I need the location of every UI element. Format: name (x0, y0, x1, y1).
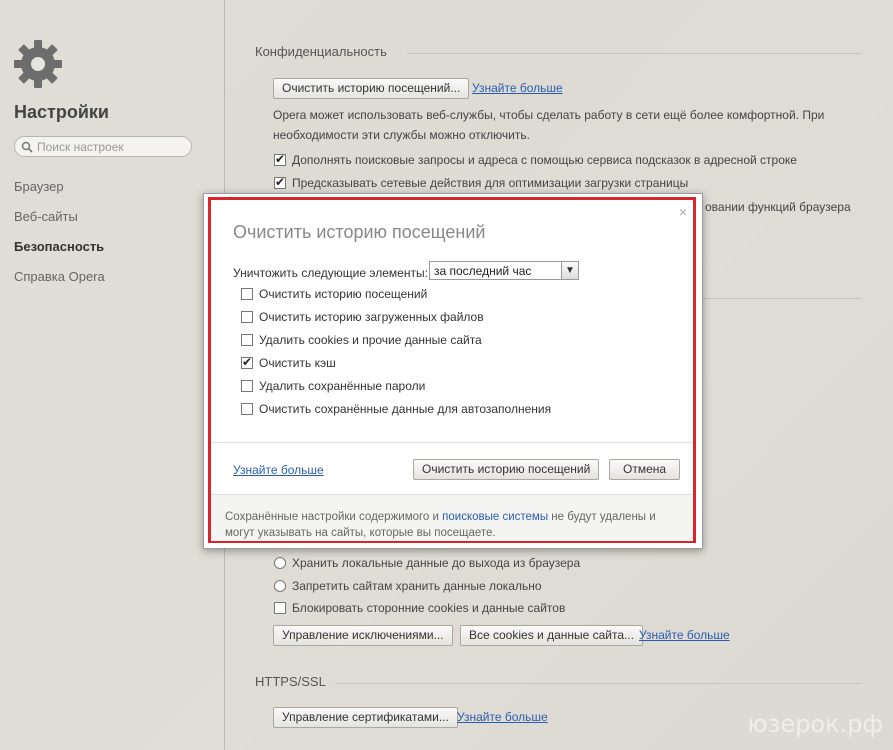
page-title: Настройки (14, 102, 109, 122)
delete-cookies-label: Удалить cookies и прочие данные сайта (259, 333, 482, 347)
search-icon (21, 141, 33, 153)
confirm-clear-button[interactable]: Очистить историю посещений (413, 459, 600, 480)
https-learn-more-link[interactable]: Узнайте больше (457, 710, 548, 724)
sidebar-item-security[interactable]: Безопасность (14, 239, 104, 254)
section-divider (335, 683, 862, 684)
search-input[interactable]: Поиск настроек (14, 136, 192, 157)
sidebar-item-browser[interactable]: Браузер (14, 179, 64, 194)
delete-passwords-checkbox[interactable] (241, 380, 253, 392)
clear-history-button[interactable]: Очистить историю посещений... (273, 78, 470, 99)
clear-download-history-checkbox[interactable] (241, 311, 253, 323)
chevron-down-icon: ▼ (561, 262, 578, 279)
keep-local-data-radio[interactable] (274, 557, 286, 569)
highlight-frame: × Очистить историю посещений Уничтожить … (208, 197, 696, 543)
close-icon[interactable]: × (679, 204, 687, 220)
sidebar: Настройки Поиск настроек Браузер Веб-сай… (0, 0, 225, 750)
dialog-note-text: Сохранённые настройки содержимого и (225, 511, 443, 523)
watermark: юзерок.рф (747, 710, 883, 738)
clear-autofill-checkbox[interactable] (241, 403, 253, 415)
predict-network-checkbox[interactable] (274, 175, 286, 189)
time-range-value: за последний час (434, 264, 532, 278)
search-placeholder: Поиск настроек (37, 140, 124, 154)
clear-cache-label: Очистить кэш (259, 356, 336, 370)
delete-passwords-label: Удалить сохранённые пароли (259, 379, 426, 393)
delete-cookies-checkbox[interactable] (241, 334, 253, 346)
search-suggest-label: Дополнять поисковые запросы и адреса с п… (292, 153, 797, 167)
dialog-divider (211, 442, 693, 443)
privacy-learn-more-link[interactable]: Узнайте больше (472, 81, 563, 95)
deny-local-data-label: Запретить сайтам хранить данные локально (292, 579, 542, 593)
dialog-footer: Сохранённые настройки содержимого и поис… (211, 494, 693, 541)
sidebar-item-help[interactable]: Справка Opera (14, 269, 105, 284)
section-divider (407, 53, 862, 54)
https-section-title: HTTPS/SSL (255, 674, 326, 689)
clear-browsing-history-label: Очистить историю посещений (259, 287, 428, 301)
all-cookies-button[interactable]: Все cookies и данные сайта... (460, 625, 644, 646)
dialog-title: Очистить историю посещений (233, 222, 486, 242)
manage-certificates-button[interactable]: Управление сертификатами... (273, 707, 458, 728)
block-third-party-checkbox[interactable] (274, 602, 286, 614)
deny-local-data-radio[interactable] (274, 580, 286, 592)
privacy-section-title: Конфиденциальность (255, 44, 387, 59)
clear-autofill-label: Очистить сохранённые данные для автозапо… (259, 402, 552, 416)
keep-local-data-label: Хранить локальные данные до выхода из бр… (292, 556, 581, 570)
cookies-learn-more-link[interactable]: Узнайте больше (639, 628, 730, 642)
privacy-info-line1: Opera может использовать веб-службы, что… (273, 108, 825, 122)
clear-cache-checkbox[interactable] (241, 355, 253, 369)
clear-history-dialog: × Очистить историю посещений Уничтожить … (203, 193, 703, 549)
dialog-learn-more-link[interactable]: Узнайте больше (233, 463, 324, 477)
manage-exceptions-button[interactable]: Управление исключениями... (273, 625, 453, 646)
section-divider (695, 298, 862, 299)
privacy-info-line2: необходимости эти службы можно отключить… (273, 128, 530, 142)
block-third-party-label: Блокировать сторонние cookies и данные с… (292, 601, 566, 615)
search-engines-link[interactable]: поисковые системы (442, 511, 548, 523)
gear-icon (14, 40, 62, 88)
time-range-select[interactable]: за последний час ▼ (429, 261, 579, 280)
time-range-label: Уничтожить следующие элементы: (233, 266, 428, 280)
partial-option-label: овании функций браузера (705, 200, 851, 214)
clear-browsing-history-checkbox[interactable] (241, 288, 253, 300)
dialog-note: Сохранённые настройки содержимого и поис… (225, 509, 685, 541)
clear-download-history-label: Очистить историю загруженных файлов (259, 310, 484, 324)
sidebar-item-websites[interactable]: Веб-сайты (14, 209, 78, 224)
search-suggest-checkbox[interactable] (274, 152, 286, 166)
predict-network-label: Предсказывать сетевые действия для оптим… (292, 176, 689, 190)
cancel-button[interactable]: Отмена (609, 459, 681, 480)
